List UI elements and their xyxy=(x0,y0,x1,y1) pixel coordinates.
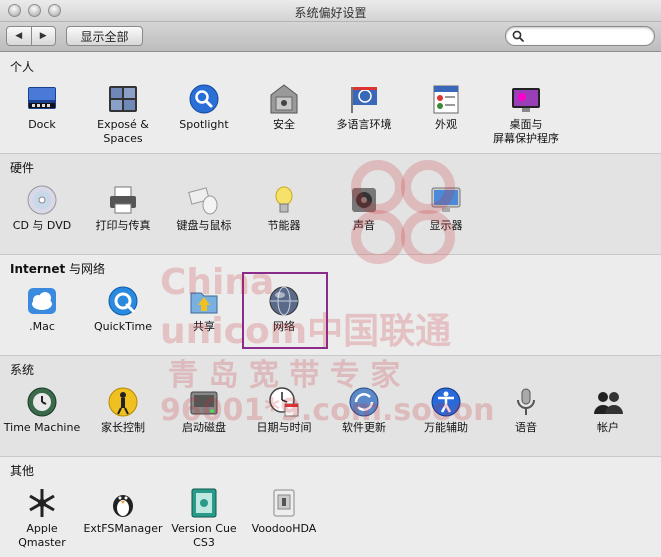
keyboard-mouse-icon xyxy=(188,187,218,215)
pane-parental-controls[interactable]: 家长控制 xyxy=(83,386,163,435)
watermark-text: China xyxy=(160,262,275,303)
watermark-text: 青 岛 宽 带 专 家 xyxy=(168,358,401,393)
pane-speech[interactable]: 语音 xyxy=(486,386,566,435)
mac-cloud-icon xyxy=(28,288,56,314)
watermark-text: unicom中国联通 xyxy=(160,311,452,352)
time-machine-icon xyxy=(27,387,57,417)
printer-icon xyxy=(110,186,136,214)
cd-dvd-icon xyxy=(27,185,57,215)
pane-mac[interactable]: .Mac xyxy=(2,285,82,334)
international-icon xyxy=(351,87,377,113)
back-button[interactable]: ◀ xyxy=(7,27,31,45)
expose-icon xyxy=(109,86,137,112)
pane-time-machine[interactable]: Time Machine xyxy=(2,386,82,435)
voodoohda-icon xyxy=(273,489,295,517)
energy-saver-icon xyxy=(275,186,293,213)
accounts-icon xyxy=(594,392,623,414)
section-personal: 个人 Dock Exposé & Spaces Spotlight 安全 多语言… xyxy=(0,53,661,154)
qmaster-icon xyxy=(29,489,55,517)
pane-quicktime[interactable]: QuickTime xyxy=(83,285,163,334)
security-icon xyxy=(270,84,298,114)
title-bar[interactable]: 系统偏好设置 xyxy=(0,0,661,22)
pane-voodoohda[interactable]: VoodooHDA xyxy=(244,487,324,536)
dock-icon xyxy=(28,87,56,109)
pane-accounts[interactable]: 帐户 xyxy=(568,386,648,435)
section-title: Internet 与网络 xyxy=(10,262,106,276)
system-preferences-window: 系统偏好设置 ◀ ▶ 显示全部 个人 Dock Exposé & Spaces … xyxy=(0,0,661,557)
spotlight-icon xyxy=(189,84,219,114)
show-all-button[interactable]: 显示全部 xyxy=(66,26,143,46)
pane-energy-saver[interactable]: 节能器 xyxy=(244,184,324,233)
pane-dock[interactable]: Dock xyxy=(2,83,82,132)
toolbar: ◀ ▶ 显示全部 xyxy=(0,22,661,52)
pane-spotlight[interactable]: Spotlight xyxy=(164,83,244,132)
pane-sound[interactable]: 声音 xyxy=(324,184,404,233)
pane-expose-spaces[interactable]: Exposé & Spaces xyxy=(83,83,163,146)
pane-displays[interactable]: 显示器 xyxy=(406,184,486,233)
section-title: 系统 xyxy=(10,363,35,377)
section-hardware: 硬件 CD 与 DVD 打印与传真 键盘与鼠标 节能器 声音 显示器 xyxy=(0,154,661,255)
search-icon xyxy=(512,30,524,42)
forward-button[interactable]: ▶ xyxy=(30,27,56,45)
extfsmanager-icon xyxy=(113,495,133,517)
pane-cd-dvd[interactable]: CD 与 DVD xyxy=(2,184,82,233)
version-cue-icon xyxy=(191,488,217,518)
pane-international[interactable]: 多语言环境 xyxy=(324,83,404,132)
quicktime-icon xyxy=(108,286,138,316)
section-title: 其他 xyxy=(10,464,35,478)
window-title: 系统偏好设置 xyxy=(294,6,367,20)
pane-extfsmanager[interactable]: ExtFSManager xyxy=(83,487,163,536)
section-title: 个人 xyxy=(10,60,35,74)
displays-icon xyxy=(431,187,461,212)
pane-security[interactable]: 安全 xyxy=(244,83,324,132)
pane-print-fax[interactable]: 打印与传真 xyxy=(83,184,163,233)
search-input[interactable] xyxy=(526,29,648,43)
desktop-screensaver-icon xyxy=(512,88,540,112)
pane-version-cue[interactable]: Version Cue CS3 xyxy=(164,487,244,550)
search-field[interactable] xyxy=(505,26,655,46)
pane-appearance[interactable]: 外观 xyxy=(406,83,486,132)
section-title: 硬件 xyxy=(10,161,35,175)
parental-controls-icon xyxy=(108,387,138,417)
navigation-buttons: ◀ ▶ xyxy=(6,26,56,46)
appearance-icon xyxy=(433,85,459,114)
sound-icon xyxy=(352,188,376,212)
pane-keyboard-mouse[interactable]: 键盘与鼠标 xyxy=(164,184,244,233)
pane-desktop-screensaver[interactable]: 桌面与 屏幕保护程序 xyxy=(486,83,566,146)
watermark-text: 96001*9.com.sooon xyxy=(160,393,495,428)
pane-apple-qmaster[interactable]: Apple Qmaster xyxy=(2,487,82,550)
speech-icon xyxy=(517,388,535,415)
section-other: 其他 Apple Qmaster ExtFSManager Version Cu… xyxy=(0,457,661,557)
